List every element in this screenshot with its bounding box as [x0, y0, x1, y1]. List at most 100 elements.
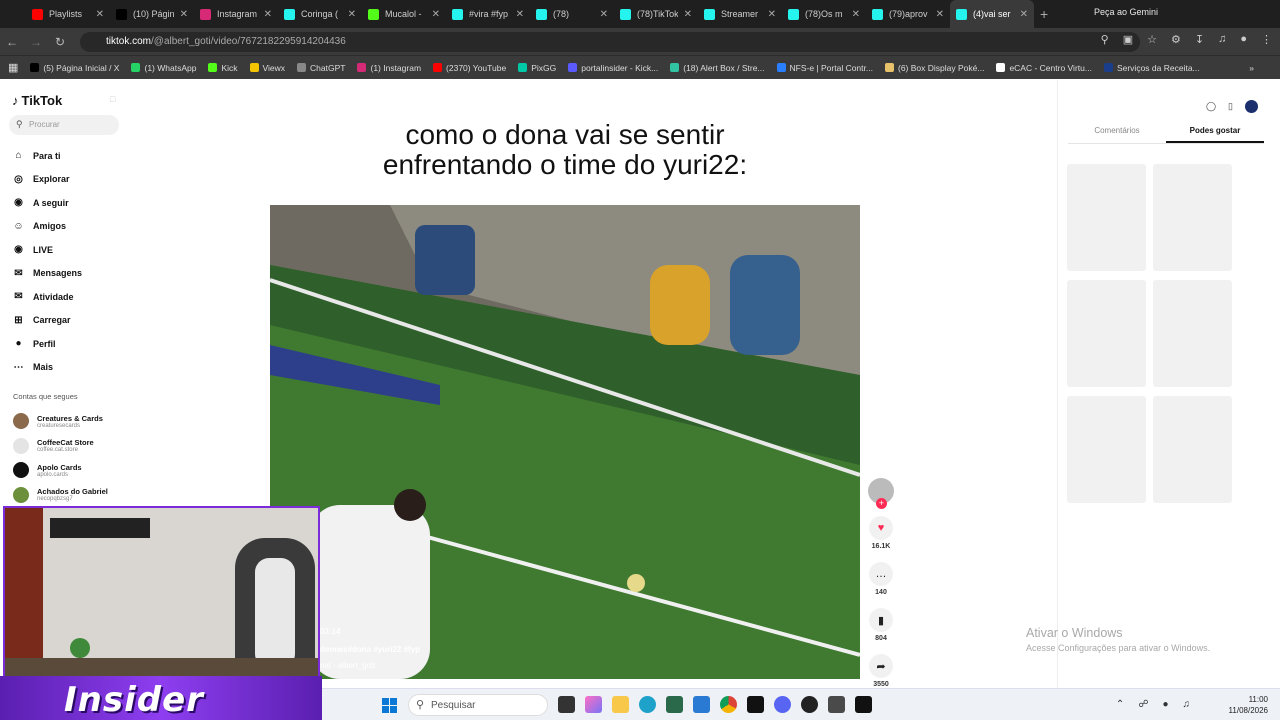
- tab-close-icon[interactable]: ✕: [432, 9, 440, 20]
- file-explorer-icon[interactable]: [612, 696, 629, 713]
- bookmark-item[interactable]: PixGG: [518, 63, 556, 73]
- suggested-video-placeholder[interactable]: [1067, 280, 1146, 387]
- device-icon[interactable]: ▯: [1228, 101, 1233, 112]
- bookmark-item[interactable]: (6) Box Display Poké...: [884, 63, 984, 73]
- heart-icon[interactable]: ♥: [869, 516, 893, 540]
- creator-avatar[interactable]: +: [868, 478, 894, 509]
- reload-icon[interactable]: ↻: [48, 35, 72, 49]
- browser-tab[interactable]: Playlists ✕: [26, 0, 110, 28]
- tiktok-logo[interactable]: ♪ TikTok: [12, 93, 62, 108]
- sidebar-item-explorar[interactable]: ◎ Explorar: [12, 168, 82, 192]
- followed-account[interactable]: Achados do Gabriel necopqbzsg7: [13, 483, 108, 508]
- mic-icon[interactable]: ●: [1162, 699, 1168, 710]
- tab-close-icon[interactable]: ✕: [264, 9, 272, 20]
- tray-chevron-icon[interactable]: ⌃: [1116, 699, 1124, 710]
- followed-account[interactable]: CoffeeCat Store coffee.cat.store: [13, 434, 108, 459]
- url-field[interactable]: tiktok.com/@albert_goti/video/7672182295…: [80, 32, 1140, 52]
- compass-small-icon[interactable]: ◯: [1206, 101, 1216, 112]
- tab-suggested[interactable]: Podes gostar: [1166, 126, 1264, 143]
- video-player[interactable]: 03:14 demais#dona #yuri22 #fyp nal - alb…: [270, 205, 860, 679]
- system-clock[interactable]: 11:00 11/08/2026: [1229, 694, 1268, 716]
- tab-close-icon[interactable]: ✕: [1020, 9, 1028, 20]
- sidebar-item-live[interactable]: ◉ LIVE: [12, 238, 82, 262]
- browser-tab[interactable]: Mucalol - ✕: [362, 0, 446, 28]
- calculator-icon[interactable]: [666, 696, 683, 713]
- extensions-icon[interactable]: ⚙: [1171, 33, 1181, 46]
- bookmark-star-icon[interactable]: ☆: [1147, 33, 1157, 46]
- windows-start-icon[interactable]: [382, 698, 397, 713]
- sidebar-item-atividade[interactable]: ✉ Atividade: [12, 285, 82, 309]
- volume-icon[interactable]: ♫: [1183, 699, 1191, 710]
- new-tab-button[interactable]: +: [1040, 6, 1048, 22]
- bookmarks-overflow-icon[interactable]: »: [1249, 63, 1254, 73]
- bookmark-item[interactable]: (18) Alert Box / Stre...: [670, 63, 765, 73]
- install-app-icon[interactable]: ▣: [1123, 33, 1133, 46]
- sidebar-item-mais[interactable]: ⋯ Mais: [12, 356, 82, 380]
- zoom-icon[interactable]: ⚲: [1101, 33, 1109, 46]
- browser-tab[interactable]: (4)vai ser ✕: [950, 0, 1034, 28]
- back-icon[interactable]: ←: [0, 35, 24, 49]
- ask-gemini-button[interactable]: Peça ao Gemini: [1094, 7, 1158, 17]
- browser-tab[interactable]: Coringa (✕: [278, 0, 362, 28]
- tab-close-icon[interactable]: ✕: [180, 9, 188, 20]
- edge-icon[interactable]: [639, 696, 656, 713]
- bookmark-item[interactable]: (1) WhatsApp: [131, 63, 196, 73]
- save-icon[interactable]: ▮: [869, 608, 893, 632]
- browser-tab[interactable]: Streamer ✕: [698, 0, 782, 28]
- capcut-secondary-icon[interactable]: [855, 696, 872, 713]
- browser-tab[interactable]: (79)aprov ✕: [866, 0, 950, 28]
- sidebar-item-amigos[interactable]: ☺ Amigos: [12, 215, 82, 239]
- bookmark-item[interactable]: ChatGPT: [297, 63, 345, 73]
- bookmark-item[interactable]: (1) Instagram: [357, 63, 421, 73]
- discord-icon[interactable]: [774, 696, 791, 713]
- downloads-icon[interactable]: ↧: [1195, 33, 1204, 46]
- bookmark-item[interactable]: portalinsider - Kick...: [568, 63, 658, 73]
- follow-plus-icon[interactable]: +: [876, 498, 887, 509]
- bookmark-item[interactable]: eCAC - Centro Virtu...: [996, 63, 1092, 73]
- browser-tab[interactable]: (78)TikTok ✕: [614, 0, 698, 28]
- browser-tab[interactable]: #vira #fyp ✕: [446, 0, 530, 28]
- game-icon[interactable]: [828, 696, 845, 713]
- search-input[interactable]: ⚲ Procurar: [9, 115, 119, 135]
- forward-icon[interactable]: →: [24, 35, 48, 49]
- task-view-icon[interactable]: [558, 696, 575, 713]
- sidebar-item-perfil[interactable]: ● Perfil: [12, 332, 82, 356]
- capcut-icon[interactable]: [747, 696, 764, 713]
- tab-close-icon[interactable]: ✕: [96, 9, 104, 20]
- apps-icon[interactable]: ▦: [8, 61, 18, 74]
- browser-tab[interactable]: (78) ✕: [530, 0, 614, 28]
- tab-close-icon[interactable]: ✕: [684, 9, 692, 20]
- sidebar-item-a-seguir[interactable]: ◉ A seguir: [12, 191, 82, 215]
- taskbar-search-input[interactable]: ⚲ Pesquisar: [408, 694, 548, 716]
- profile-icon[interactable]: ●: [1240, 33, 1247, 46]
- sidebar-item-para-ti[interactable]: ⌂ Para ti: [12, 144, 82, 168]
- browser-tab[interactable]: (78)Os m ✕: [782, 0, 866, 28]
- bookmark-item[interactable]: Kick: [208, 63, 238, 73]
- tab-close-icon[interactable]: ✕: [600, 9, 608, 20]
- comment-icon[interactable]: …: [869, 562, 893, 586]
- browser-tab[interactable]: Instagram ✕: [194, 0, 278, 28]
- bookmark-item[interactable]: NFS-e | Portal Contr...: [776, 63, 873, 73]
- collapse-sidebar-icon[interactable]: □: [110, 94, 115, 104]
- suggested-video-placeholder[interactable]: [1153, 164, 1232, 271]
- bookmark-item[interactable]: Viewx: [249, 63, 285, 73]
- suggested-video-placeholder[interactable]: [1153, 396, 1232, 503]
- user-avatar[interactable]: [1245, 100, 1258, 113]
- followed-account[interactable]: Creatures & Cards creaturesecards: [13, 409, 108, 434]
- tab-comments[interactable]: Comentários: [1068, 126, 1166, 143]
- sidebar-item-carregar[interactable]: ⊞ Carregar: [12, 309, 82, 333]
- suggested-video-placeholder[interactable]: [1067, 164, 1146, 271]
- share-icon[interactable]: ➦: [869, 654, 893, 678]
- tab-close-icon[interactable]: ✕: [768, 9, 776, 20]
- store-icon[interactable]: [693, 696, 710, 713]
- sidebar-item-mensagens[interactable]: ✉ Mensagens: [12, 262, 82, 286]
- bookmark-item[interactable]: (5) Página Inicial / X: [30, 63, 119, 73]
- bookmark-item[interactable]: Serviços da Receita...: [1103, 63, 1200, 73]
- tab-close-icon[interactable]: ✕: [516, 9, 524, 20]
- media-icon[interactable]: ♫: [1218, 33, 1226, 46]
- browser-tab[interactable]: (10) Página ✕: [110, 0, 194, 28]
- suggested-video-placeholder[interactable]: [1153, 280, 1232, 387]
- menu-icon[interactable]: ⋮: [1261, 33, 1272, 46]
- chrome-icon[interactable]: [720, 696, 737, 713]
- network-icon[interactable]: ☍: [1138, 699, 1148, 710]
